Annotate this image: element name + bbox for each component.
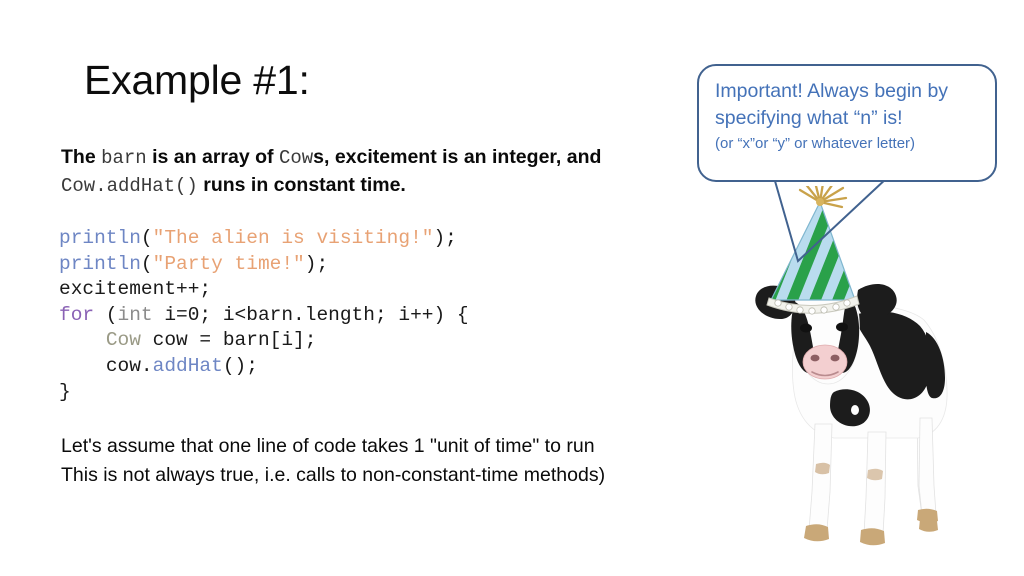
code-token-receiver: cow. [105, 354, 153, 377]
callout-bubble: Important! Always begin by specifying wh… [697, 64, 997, 182]
callout-text: Important! Always begin by specifying wh… [715, 78, 987, 154]
cow-with-party-hat-image [755, 186, 948, 546]
code-token-cow-type: Cow [105, 329, 141, 352]
code-token-int: int [117, 303, 153, 326]
code-token-punct: ( [94, 303, 118, 326]
code-token-string: "Party time!" [152, 252, 305, 275]
code-token-for: for [59, 303, 95, 326]
cow-eye-left [800, 323, 812, 333]
cow-nostril-left [810, 354, 820, 362]
code-line-4: for (int i=0; i<barn.length; i++) { [59, 303, 469, 329]
cow-hoof-back-near [917, 508, 938, 523]
code-token-punct: ); [433, 227, 457, 249]
intro-text-segment: runs in constant time. [197, 174, 406, 196]
bottom-note-line-2: This is not always true, i.e. calls to n… [61, 464, 606, 486]
intro-text-segment: The [61, 146, 102, 168]
code-token-string: "The alien is visiting!" [152, 227, 434, 249]
code-line-1: println("The alien is visiting!"); [59, 226, 469, 252]
code-token-punct: ( [140, 252, 153, 275]
cow-nostril-right [830, 354, 840, 362]
cow-udder-highlight [851, 405, 859, 415]
code-token-punct: (); [222, 354, 258, 377]
code-token-println: println [59, 252, 141, 275]
cow-leg-marking-right [867, 468, 883, 481]
party-hat-tassel-knot [816, 198, 824, 206]
code-token-expr: i=0; i<barn.length; i++) { [152, 303, 469, 326]
cow-back-leg-near [918, 417, 937, 516]
code-block: println("The alien is visiting!"); printl… [59, 226, 469, 405]
intro-text-segment: is an array of [146, 146, 279, 168]
code-line-2: println("Party time!"); [59, 252, 469, 278]
code-token-punct: ( [140, 227, 153, 249]
code-line-7: } [59, 380, 71, 403]
cow-spot-body-right [925, 332, 945, 399]
code-line-5: Cow cow = barn[i]; [59, 328, 469, 354]
cow-hoof-front-right [860, 528, 885, 546]
code-token-expr: cow = barn[i]; [140, 329, 317, 352]
code-token-println: println [59, 227, 141, 249]
inline-code-addhat: Cow.addHat() [61, 175, 198, 197]
code-token-punct: ); [304, 252, 329, 275]
callout-line-3: (or “x”or “y” or whatever letter) [715, 135, 916, 152]
cow-leg-marking-left [815, 462, 830, 475]
intro-paragraph: The barn is an array of Cows, excitement… [61, 144, 711, 200]
cow-front-leg-right [863, 431, 887, 535]
inline-code-barn: barn [101, 147, 147, 169]
cow-front-leg-left [808, 423, 833, 531]
code-token-addhat: addHat [152, 354, 223, 377]
code-line-3: excitement++; [59, 278, 212, 301]
bottom-note-line-1: Let's assume that one line of code takes… [61, 435, 595, 457]
inline-code-cow: Cow [278, 147, 314, 169]
code-line-6: cow.addHat(); [59, 354, 469, 380]
page-title: Example #1: [84, 57, 310, 103]
intro-text-segment: s, excitement is an integer, and [313, 146, 602, 168]
cow-hoof-front-left [804, 524, 829, 542]
cow-eye-right [836, 322, 848, 332]
callout-line-1: Important! Always begin [715, 80, 923, 102]
bottom-note: Let's assume that one line of code takes… [61, 432, 761, 490]
cow-muzzle [802, 344, 848, 380]
